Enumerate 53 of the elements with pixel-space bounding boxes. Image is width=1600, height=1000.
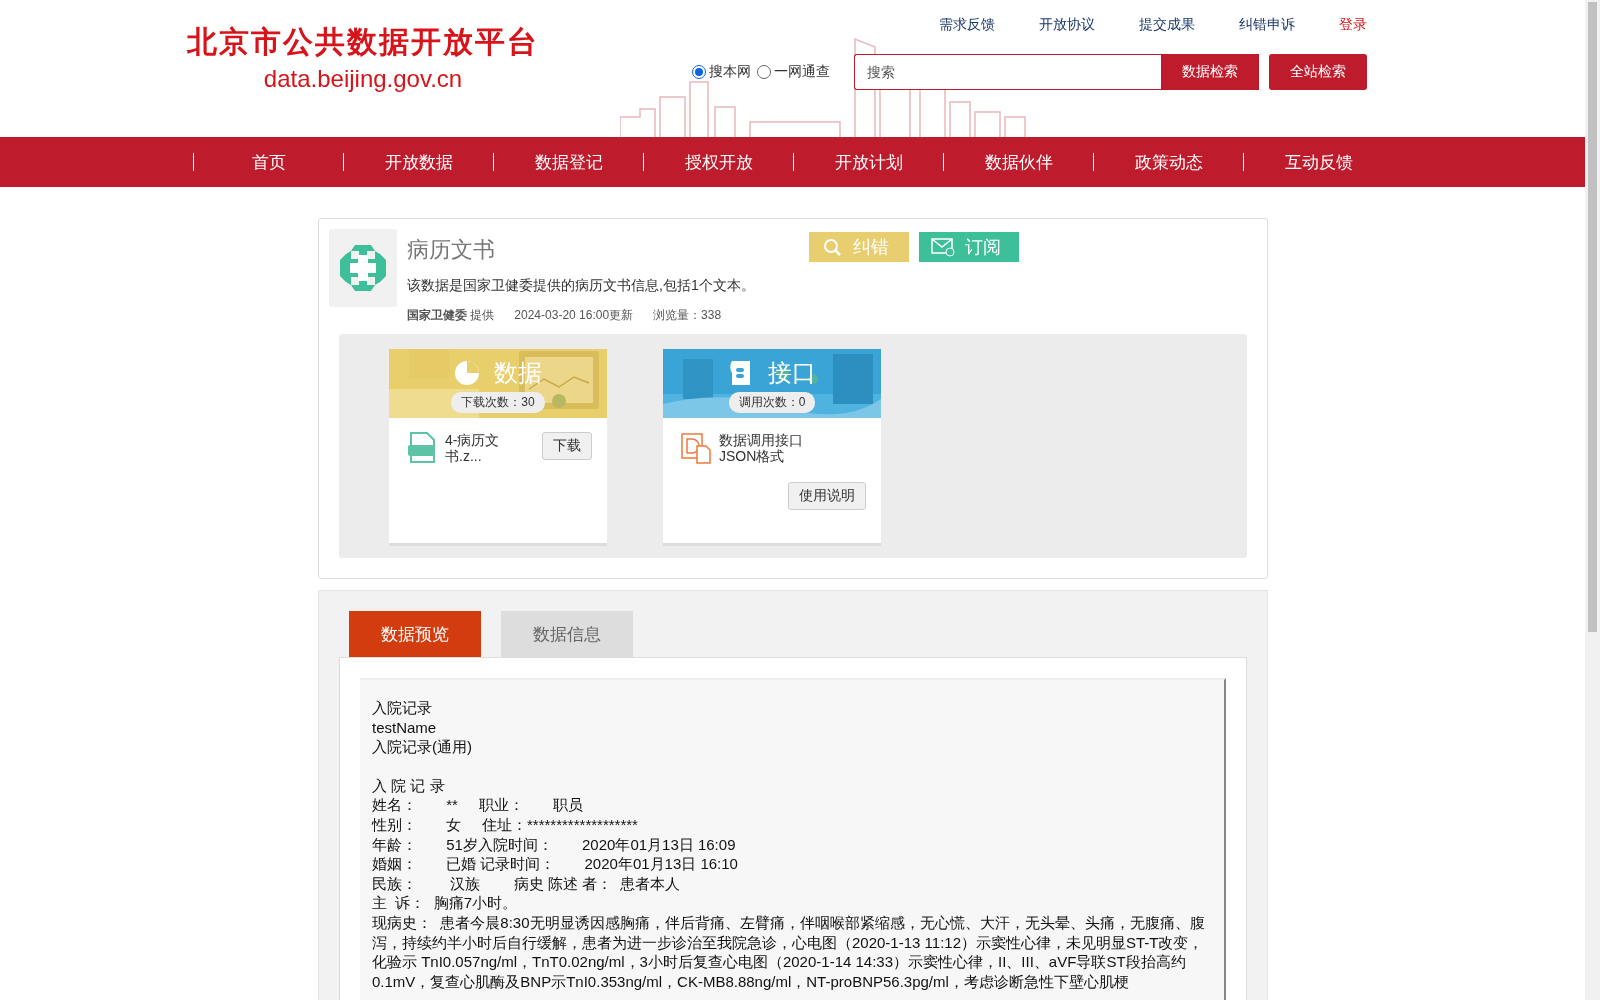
tab[interactable]: 数据信息 (501, 611, 633, 657)
text-line: 民族： 汉族 病史 陈述 者： 患者本人 (372, 873, 682, 894)
top-link[interactable]: 纠错申诉 (1239, 16, 1295, 34)
search-button[interactable]: 数据检索 (1161, 54, 1259, 90)
usage-button[interactable]: 使用说明 (788, 482, 866, 510)
site-domain: data.beijing.gov.cn (263, 65, 463, 93)
text-line: testName (372, 717, 438, 738)
medical-cross-icon (338, 243, 388, 293)
dataset-title: 病历文书 (407, 236, 496, 264)
nav-item[interactable]: 数据登记 (493, 153, 643, 171)
nav-item[interactable]: 政策动态 (1093, 153, 1243, 171)
text-line: 入院记录(通用) (372, 737, 473, 757)
tab[interactable]: 数据预览 (349, 611, 481, 657)
nav-item[interactable]: 首页 (193, 153, 343, 171)
nav-item[interactable]: 开放数据 (343, 153, 493, 171)
pie-chart-icon (454, 360, 480, 386)
nav-item[interactable]: 授权开放 (643, 153, 793, 171)
nav-item[interactable]: 开放计划 (793, 153, 943, 171)
text-line: 性别： 女 住址：******************* (372, 814, 639, 835)
top-link[interactable]: 开放协议 (1039, 16, 1095, 34)
site-title: 北京市公共数据开放平台 (187, 24, 539, 60)
search-icon (821, 236, 843, 258)
search-button[interactable]: 全站检索 (1269, 54, 1367, 90)
count-badge: 调用次数：0 (728, 392, 816, 413)
document-icon (681, 432, 711, 464)
search-field[interactable]: 搜索 (854, 54, 1161, 90)
text-line: 年龄： 51岁入院时间： 2020年01月13日 16:09 (372, 834, 737, 855)
nav-item[interactable]: 互动反馈 (1243, 153, 1393, 171)
scrollbar[interactable] (1585, 0, 1600, 1000)
envelope-icon (931, 237, 955, 257)
text-line: 入院记录 (372, 698, 433, 718)
login-link[interactable]: 登录 (1339, 16, 1367, 34)
text-line: 主 诉： 胸痛7小时。 (372, 893, 518, 913)
resource-title: 接口 (768, 358, 816, 389)
text-line: 婚姻： 已婚 记录时间： 2020年01月13日 16:10 (372, 854, 739, 874)
updated-date: 2024-03-20 16:00更新 (514, 307, 634, 324)
text-line: 现病史： 患者今晨8:30无明显诱因感胸痛，伴后背痛、左臂痛，伴咽喉部紧缩感，无心慌、大汗，无头晕、头痛，无腹痛、腹泻，持续约半小时后自行缓解，患者为进一步诊治至我院急诊，心电图（2020-1-13 11:12）示窦性心律，未见明显ST-T改变，化验示 TnI0.057ng/ml，TnT0.02ng/ml，3小时后复查心电图（2020-1-14 14:33）示窦性心律，II、III、aVF导联ST段抬高约0.1mV，复查心肌酶及BNP示TnI0.353ng/ml，CK-MB8.88ng/ml，NT-proBNP56.3pg/ml，考虑诊断急性下壁心肌梗 (372, 912, 1206, 992)
view-count: 浏览量：338 (653, 307, 722, 324)
count-badge: 下载次数：30 (451, 392, 545, 413)
zip-file-icon (407, 432, 437, 464)
resource-name: 数据调用接口 JSON格式 (719, 432, 804, 464)
resource-title: 数据 (494, 358, 542, 389)
text-line: 入 院 记 录 (372, 775, 446, 796)
download-button[interactable]: 下载 (542, 432, 592, 460)
provider-text: 国家卫健委 提供 (407, 307, 495, 324)
top-link[interactable]: 提交成果 (1139, 16, 1195, 34)
nav-item[interactable]: 数据伙伴 (943, 153, 1093, 171)
scope-radio[interactable]: 搜本网 (692, 63, 751, 81)
resource-name: 4-病历文书.z... (445, 432, 501, 464)
top-link[interactable]: 需求反馈 (939, 16, 995, 34)
dataset-description: 该数据是国家卫健委提供的病历文书信息,包括1个文本。 (407, 277, 756, 295)
text-line: 姓名： ** 职业： 职员 (372, 795, 584, 815)
scope-radio[interactable]: 一网通查 (757, 63, 830, 81)
